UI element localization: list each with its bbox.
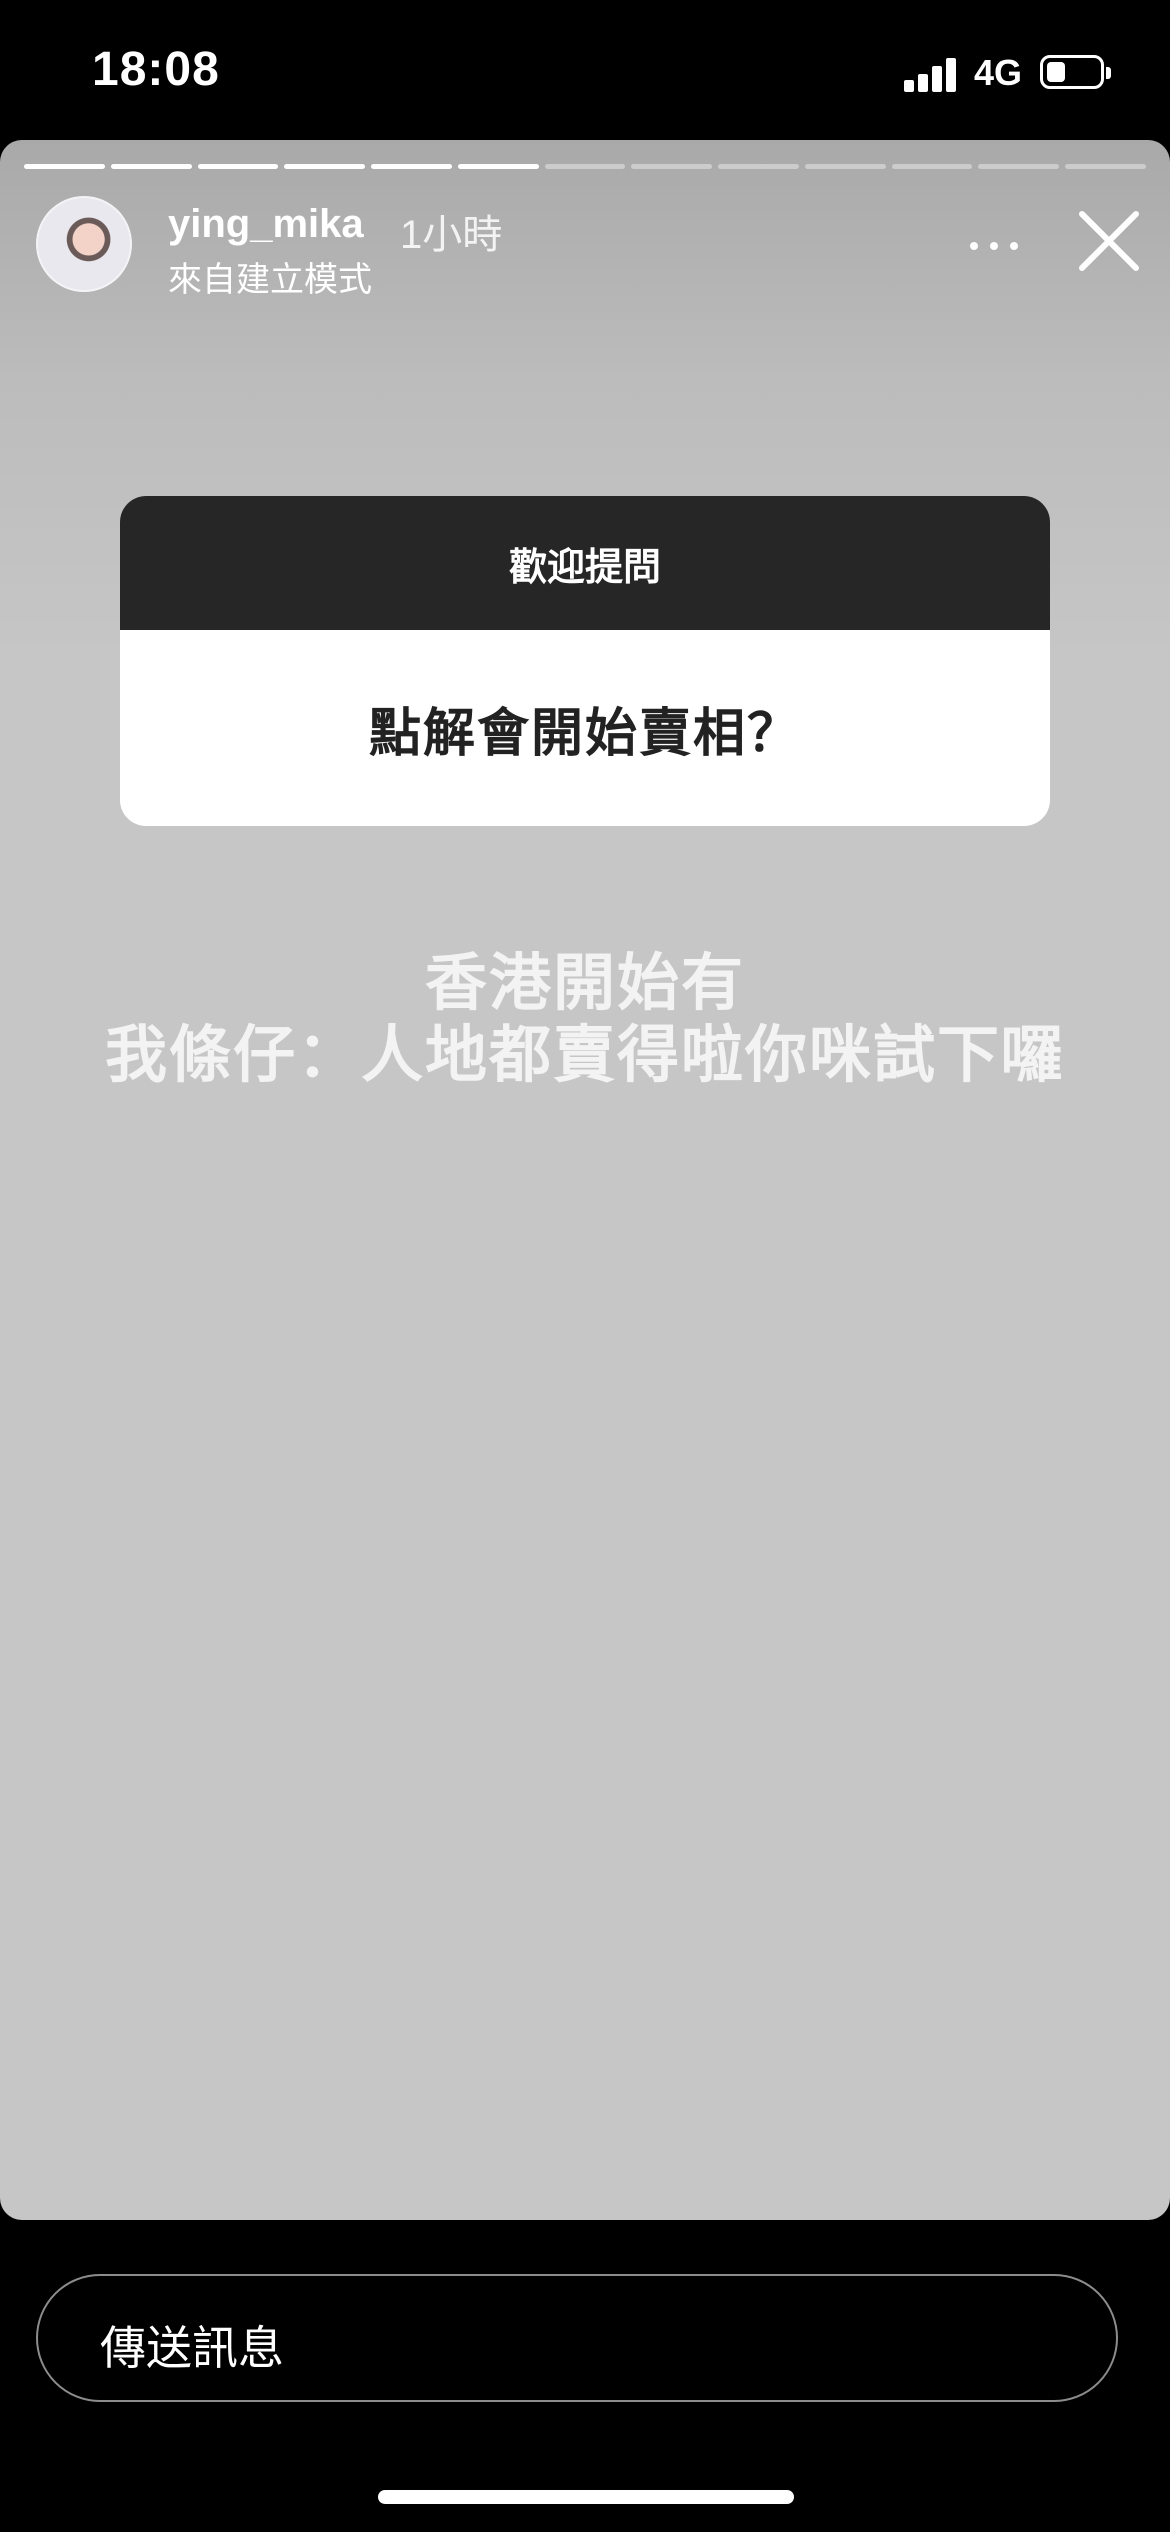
answer-text: 香港開始有 我條仔：人地都賣得啦你咪試下囉 bbox=[0, 948, 1170, 1092]
status-time: 18:08 bbox=[92, 43, 220, 96]
network-type: 4G bbox=[974, 52, 1023, 93]
story-progress-segment bbox=[978, 164, 1060, 169]
story-progress-segment bbox=[718, 164, 799, 169]
question-sticker[interactable]: 歡迎提問 點解會開始賣相？ bbox=[120, 496, 1050, 826]
avatar[interactable] bbox=[36, 196, 132, 292]
story-source-label: 來自建立模式 bbox=[168, 261, 372, 299]
story-progress-segment bbox=[197, 164, 279, 169]
status-bar: 18:08 4G bbox=[0, 0, 1170, 140]
answer-line: 我條仔：人地都賣得啦你咪試下囉 bbox=[104, 1021, 1065, 1090]
story-progress-segment bbox=[371, 164, 452, 169]
more-horizontal-icon[interactable] bbox=[966, 234, 1022, 258]
story-progress bbox=[24, 164, 1146, 169]
story-viewer[interactable]: ying_mika 1小時 來自建立模式 歡迎提問 點解會開始賣相？ 香港開始有… bbox=[0, 140, 1170, 2220]
username[interactable]: ying_mika bbox=[168, 202, 364, 247]
story-progress-segment bbox=[631, 164, 713, 169]
story-progress-segment bbox=[24, 164, 105, 169]
message-input-placeholder: 傳送訊息 bbox=[100, 2322, 284, 2374]
story-progress-segment bbox=[891, 164, 973, 169]
story-progress-segment bbox=[1065, 164, 1146, 169]
story-progress-segment bbox=[284, 164, 366, 169]
signal-icon bbox=[904, 56, 960, 92]
story-header: ying_mika 1小時 來自建立模式 bbox=[36, 196, 1139, 299]
story-progress-segment bbox=[804, 164, 886, 169]
story-progress-segment bbox=[110, 164, 192, 169]
close-icon[interactable] bbox=[1074, 206, 1144, 276]
answer-line: 香港開始有 bbox=[424, 949, 745, 1018]
story-progress-segment bbox=[457, 164, 539, 169]
message-input[interactable]: 傳送訊息 bbox=[36, 2274, 1118, 2402]
question-text: 點解會開始賣相？ bbox=[368, 704, 801, 763]
story-progress-segment bbox=[544, 164, 626, 169]
story-timestamp: 1小時 bbox=[400, 213, 503, 257]
battery-icon bbox=[1040, 55, 1111, 89]
home-indicator[interactable] bbox=[378, 2490, 794, 2504]
question-sticker-title: 歡迎提問 bbox=[120, 496, 1050, 630]
